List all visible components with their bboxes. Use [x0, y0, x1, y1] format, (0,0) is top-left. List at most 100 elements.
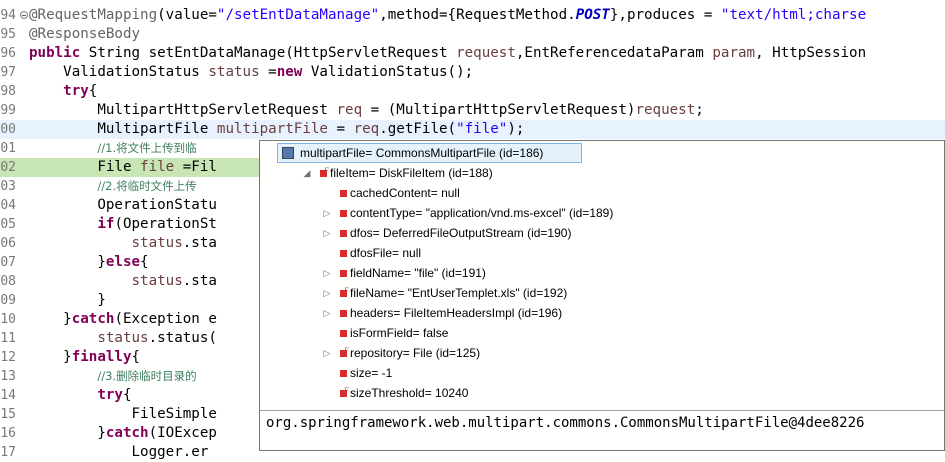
code-text: status.sta	[29, 234, 217, 253]
line-number[interactable]: 07	[0, 253, 16, 272]
line-number[interactable]: 13	[0, 367, 16, 386]
code-text: }else{	[29, 253, 149, 272]
code-text: }catch(Exception e	[29, 310, 217, 329]
tree-node-root[interactable]: multipartFile= CommonsMultipartFile (id=…	[277, 143, 582, 163]
code-token: new	[276, 64, 303, 80]
expand-icon[interactable]: ▷	[322, 303, 332, 323]
code-token: );	[507, 121, 525, 137]
final-field-icon	[320, 161, 329, 181]
line-number[interactable]: 12	[0, 348, 16, 367]
code-line[interactable]: 00 MultipartFile multipartFile = req.get…	[0, 120, 945, 139]
line-number[interactable]: 17	[0, 443, 16, 462]
code-token: if	[97, 216, 115, 232]
line-number[interactable]: 10	[0, 310, 16, 329]
tree-node[interactable]: isFormField= false	[260, 323, 940, 343]
line-number[interactable]: 98	[0, 82, 16, 101]
code-token: OperationStatu	[29, 197, 217, 213]
tree-node[interactable]: ▷ repository= File (id=125)	[260, 341, 940, 363]
code-token: "/setEntDataManage"	[216, 7, 380, 23]
line-number[interactable]: 03	[0, 177, 16, 196]
code-text: status.sta	[29, 272, 217, 291]
line-number[interactable]: 95	[0, 25, 16, 44]
code-text: MultipartHttpServletRequest req = (Multi…	[29, 101, 703, 120]
code-token: //2.将临时文件上传	[97, 179, 197, 193]
variable-tree[interactable]: multipartFile= CommonsMultipartFile (id=…	[260, 141, 944, 410]
line-number[interactable]: 04	[0, 196, 16, 215]
code-token: @ResponseBody	[29, 26, 141, 42]
code-line[interactable]: 96 public String setEntDataManage(HttpSer…	[0, 44, 945, 63]
code-line[interactable]: 99 MultipartHttpServletRequest req = (Mu…	[0, 101, 945, 120]
field-icon	[340, 270, 347, 277]
expand-icon[interactable]: ▷	[322, 343, 332, 363]
code-token: ,EntReferencedataParam	[515, 45, 713, 61]
code-token: {	[122, 387, 132, 403]
tree-node[interactable]: ▷ contentType= "application/vnd.ms-excel"…	[260, 203, 940, 223]
field-icon	[340, 210, 347, 217]
line-number[interactable]: 01	[0, 139, 16, 158]
code-text: File file =Fil	[29, 158, 217, 177]
expand-icon[interactable]: ▷	[322, 283, 332, 303]
code-token: (OperationSt	[114, 216, 217, 232]
code-text: @ResponseBody	[29, 25, 140, 44]
code-token: status	[208, 64, 260, 80]
code-token: multipartFile	[216, 121, 328, 137]
tree-node[interactable]: ▷ fieldName= "file" (id=191)	[260, 263, 940, 283]
line-number[interactable]: 96	[0, 44, 16, 63]
code-token: {	[140, 254, 149, 270]
line-number[interactable]: 14	[0, 386, 16, 405]
code-line[interactable]: 94 @RequestMapping(value="/setEntDataMana…	[0, 6, 945, 25]
code-line[interactable]: 98 try{	[0, 82, 945, 101]
expand-icon[interactable]: ▷	[322, 203, 332, 223]
line-number[interactable]: 11	[0, 329, 16, 348]
code-text: MultipartFile multipartFile = req.getFil…	[29, 120, 524, 139]
line-number[interactable]: 97	[0, 63, 16, 82]
line-number[interactable]: 99	[0, 101, 16, 120]
tree-node[interactable]: size= -1	[260, 363, 940, 383]
tree-node[interactable]: ◢ fileItem= DiskFileItem (id=188)	[260, 161, 940, 183]
code-text: //1.将文件上传到临	[29, 139, 196, 158]
code-text: ValidationStatus status =new ValidationS…	[29, 63, 473, 82]
line-number[interactable]: 06	[0, 234, 16, 253]
code-token: =Fil	[174, 159, 217, 175]
collapse-icon[interactable]: ◢	[302, 163, 312, 183]
code-token: }	[29, 311, 72, 327]
expand-icon[interactable]: ▷	[322, 263, 332, 283]
line-number[interactable]: 08	[0, 272, 16, 291]
tree-node[interactable]: cachedContent= null	[260, 183, 940, 203]
code-token: },produces =	[609, 7, 721, 23]
line-number[interactable]: 16	[0, 424, 16, 443]
code-text: }	[29, 291, 106, 310]
code-token: File	[29, 159, 141, 175]
code-token: ValidationStatus	[29, 64, 209, 80]
variable-detail-pane[interactable]: org.springframework.web.multipart.common…	[260, 410, 944, 450]
variable-inspector-popup: multipartFile= CommonsMultipartFile (id=…	[259, 140, 945, 451]
line-number[interactable]: 15	[0, 405, 16, 424]
tree-node-label: fieldName= "file" (id=191)	[350, 266, 486, 280]
code-token: }	[29, 254, 106, 270]
code-token: finally	[71, 349, 132, 365]
line-number[interactable]: 09	[0, 291, 16, 310]
tree-node[interactable]: ▷ fileName= "EntUserTemplet.xls" (id=192)	[260, 281, 940, 303]
tree-node[interactable]: ▷ headers= FileItemHeadersImpl (id=196)	[260, 303, 940, 323]
code-token: MultipartHttpServletRequest	[29, 102, 337, 118]
code-text: if(OperationSt	[29, 215, 217, 234]
line-number[interactable]: 94	[0, 6, 16, 25]
tree-node-label: repository= File (id=125)	[350, 346, 481, 360]
line-number[interactable]: 02	[0, 158, 16, 177]
line-number[interactable]: 05	[0, 215, 16, 234]
field-icon	[340, 190, 347, 197]
tree-node[interactable]: ▷ dfos= DeferredFileOutputStream (id=190)	[260, 223, 940, 243]
line-number[interactable]: 00	[0, 120, 16, 139]
code-token: String setEntDataManage(HttpServletReque…	[80, 45, 457, 61]
expand-icon[interactable]: ▷	[322, 223, 332, 243]
code-token: = (MultipartHttpServletRequest)	[362, 102, 636, 118]
code-line[interactable]: 97 ValidationStatus status =new Validati…	[0, 63, 945, 82]
collapse-icon[interactable]	[20, 11, 28, 19]
tree-node[interactable]: sizeThreshold= 10240	[260, 381, 940, 403]
code-line[interactable]: 95 @ResponseBody	[0, 25, 945, 44]
code-token: else	[105, 254, 141, 270]
final-field-icon	[340, 341, 349, 361]
tree-node[interactable]: dfosFile= null	[260, 243, 940, 263]
